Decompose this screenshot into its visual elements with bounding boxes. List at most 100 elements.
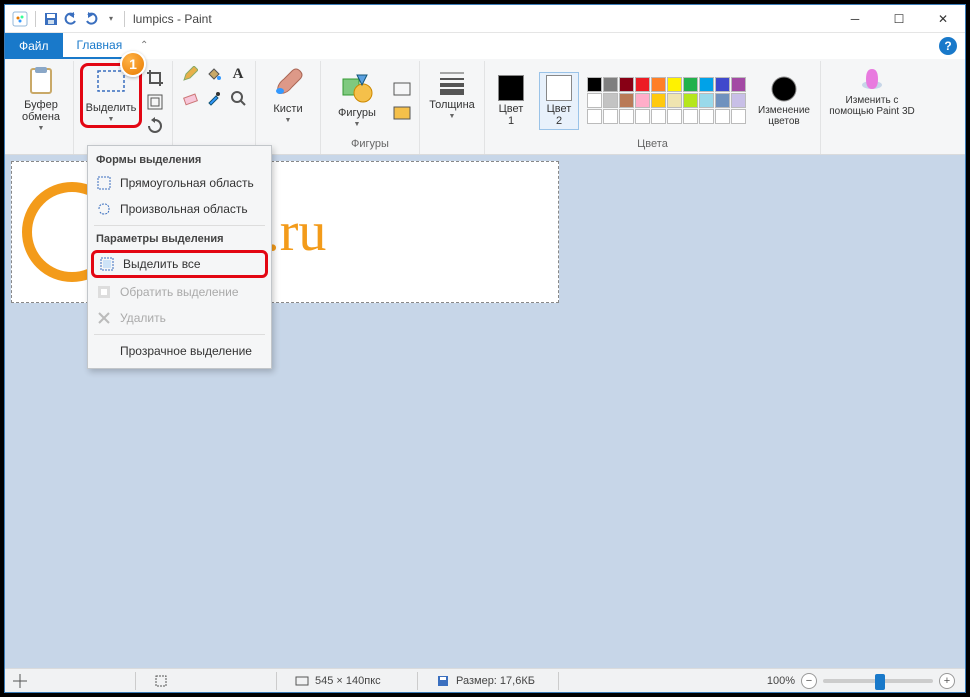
redo-icon[interactable] [82,10,100,28]
minimize-button[interactable]: ─ [833,5,877,33]
fill-icon[interactable] [203,63,225,85]
magnifier-icon[interactable] [227,87,249,109]
color-swatch[interactable] [635,109,650,124]
color-swatch[interactable] [635,77,650,92]
thickness-button[interactable]: Толщина ▼ [426,63,478,122]
color-swatch[interactable] [699,109,714,124]
window-controls: ─ ☐ ✕ [833,5,965,33]
color1-button[interactable]: Цвет 1 [491,73,531,129]
chevron-down-icon: ▼ [285,117,292,124]
titlebar: ▾ lumpics - Paint ─ ☐ ✕ [5,5,965,33]
dd-delete: Удалить [88,305,271,331]
color-swatch[interactable] [715,93,730,108]
shapes-icon [339,73,375,105]
chevron-down-icon: ▼ [38,125,45,132]
tab-file[interactable]: Файл [5,33,63,59]
zoom-slider[interactable] [823,679,933,683]
ribbon: Буфер обмена ▼ 1 Выделить ▼ [5,59,965,155]
color-swatch[interactable] [731,77,746,92]
color-swatch[interactable] [699,93,714,108]
color-swatch[interactable] [683,93,698,108]
color-swatch[interactable] [699,77,714,92]
text-icon[interactable]: A [227,63,249,85]
color-swatch[interactable] [651,109,666,124]
color-swatch[interactable] [651,77,666,92]
group-paint3d: Изменить с помощью Paint 3D [821,61,923,154]
color-swatch[interactable] [667,109,682,124]
clipboard-icon [25,65,57,97]
sb-file-size: Размер: 17,6КБ [428,674,548,688]
color-swatch[interactable] [683,109,698,124]
invert-icon [96,284,112,300]
freeform-selection-icon [96,201,112,217]
shapes-button[interactable]: Фигуры ▼ [327,71,387,130]
dd-freeform-selection[interactable]: Произвольная область [88,196,271,222]
group-thickness: Толщина ▼ [420,61,485,154]
zoom-thumb[interactable] [875,674,885,690]
paint3d-button[interactable]: Изменить с помощью Paint 3D [827,63,917,119]
color-swatch[interactable] [715,77,730,92]
group-shapes: Фигуры ▼ Фигуры [321,61,420,154]
outline-icon[interactable] [391,78,413,100]
maximize-button[interactable]: ☐ [877,5,921,33]
color-swatch[interactable] [603,77,618,92]
fill-shape-icon[interactable] [391,102,413,124]
dd-select-all[interactable]: Выделить все [91,250,268,278]
color-swatch[interactable] [731,93,746,108]
color-swatch[interactable] [587,77,602,92]
select-dropdown: Формы выделения Прямоугольная область Пр… [87,145,272,369]
color-swatch[interactable] [651,93,666,108]
window-title: lumpics - Paint [133,12,212,26]
color-swatch[interactable] [619,77,634,92]
group-colors: Цвет 1 Цвет 2 Изменение цветов Цвета [485,61,821,154]
eraser-icon[interactable] [179,87,201,109]
color-swatch[interactable] [603,109,618,124]
delete-icon [96,310,112,326]
thickness-icon [436,65,468,97]
sb-selection-size [146,674,266,688]
color-swatch[interactable] [667,77,682,92]
color-swatch[interactable] [587,93,602,108]
qat-dropdown-icon[interactable]: ▾ [102,10,120,28]
select-all-icon [99,256,115,272]
clipboard-button[interactable]: Буфер обмена ▼ [15,63,67,134]
close-button[interactable]: ✕ [921,5,965,33]
color-swatch[interactable] [603,93,618,108]
brush-icon [270,65,306,101]
pencil-icon[interactable] [179,63,201,85]
color-swatch[interactable] [683,77,698,92]
brushes-button[interactable]: Кисти ▼ [262,63,314,126]
undo-icon[interactable] [62,10,80,28]
color-swatch[interactable] [619,109,634,124]
color2-button[interactable]: Цвет 2 [539,72,579,130]
edit-colors-button[interactable]: Изменение цветов [754,73,814,129]
chevron-down-icon: ▼ [354,121,361,128]
color-swatch[interactable] [587,109,602,124]
dimensions-icon [295,674,309,688]
color-swatch[interactable] [731,109,746,124]
statusbar: 545 × 140пкс Размер: 17,6КБ 100% − + [5,668,965,692]
color-swatch[interactable] [619,93,634,108]
crop-icon[interactable] [144,67,166,89]
zoom-in-button[interactable]: + [939,673,955,689]
save-icon[interactable] [42,10,60,28]
zoom-out-button[interactable]: − [801,673,817,689]
dd-rect-selection[interactable]: Прямоугольная область [88,170,271,196]
help-icon[interactable]: ? [939,37,957,55]
color-swatch[interactable] [635,93,650,108]
crosshair-icon [13,674,27,688]
app-icon [11,10,29,28]
group-image: 1 Выделить ▼ [74,61,173,154]
resize-icon[interactable] [144,91,166,113]
ribbon-collapse-icon[interactable]: ⌃ [136,38,152,52]
zoom-label: 100% [767,675,795,687]
zoom-control: 100% − + [767,673,965,689]
selection-size-icon [154,674,168,688]
color-swatch[interactable] [715,109,730,124]
color-swatch[interactable] [667,93,682,108]
color-palette[interactable] [587,77,746,124]
dd-transparent-selection[interactable]: Прозрачное выделение [88,338,271,364]
ribbon-tabs: Файл Главная ⌃ ? [5,33,965,59]
rotate-icon[interactable] [144,115,166,137]
eyedropper-icon[interactable] [203,87,225,109]
